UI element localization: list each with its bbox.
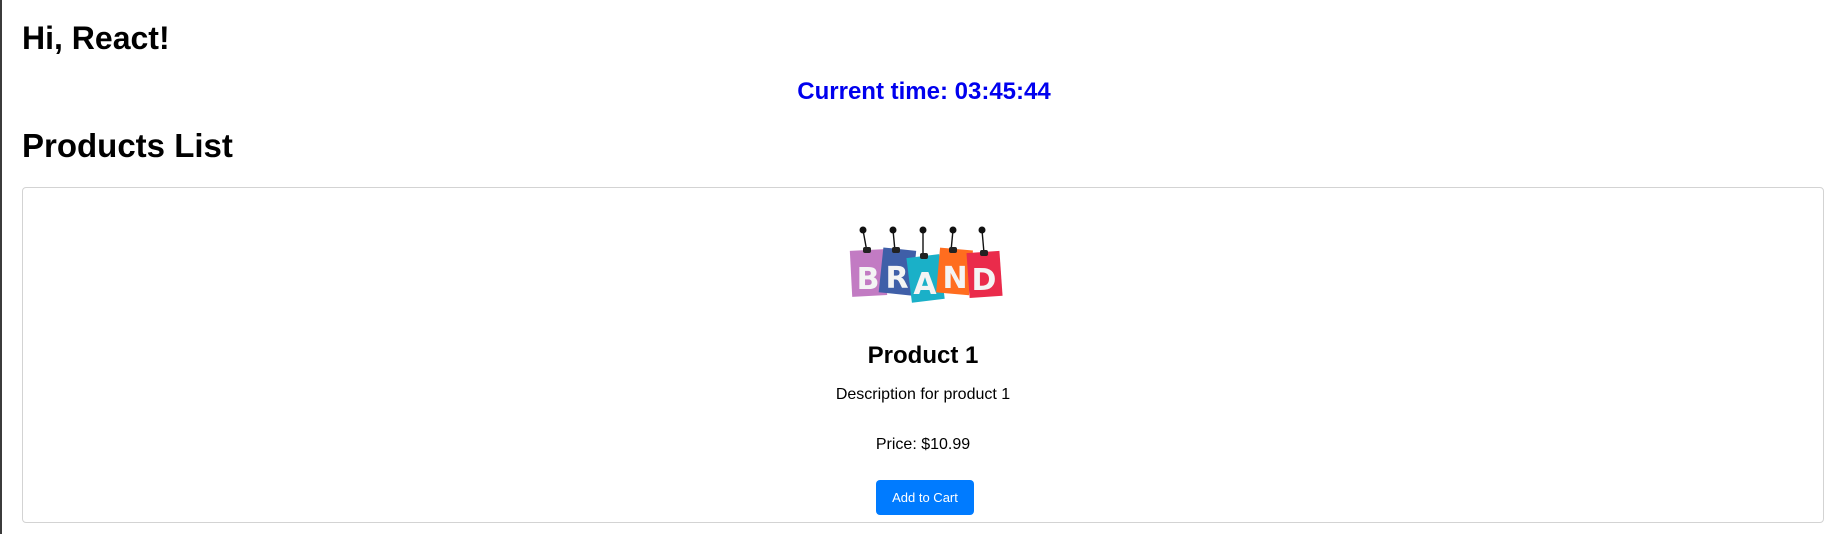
products-list-heading: Products List (22, 127, 233, 164)
greeting-heading: Hi, React! (22, 20, 170, 56)
svg-text:N: N (942, 261, 967, 296)
left-window-border (0, 0, 2, 534)
product-description: Description for product 1 (835, 386, 1011, 403)
svg-text:B: B (857, 262, 880, 297)
app-page: Hi, React! Current time: 03:45:44 Produc… (22, 0, 1826, 534)
brand-tags-image: B R A N D (849, 226, 1003, 303)
product-price: Price: $10.99 (875, 436, 971, 453)
product-name: Product 1 (867, 342, 979, 369)
current-time-display: Current time: 03:45:44 (797, 78, 1051, 105)
svg-text:R: R (885, 261, 908, 296)
add-to-cart-button[interactable]: Add to Cart (876, 480, 974, 515)
svg-text:A: A (913, 267, 937, 302)
brand-tags-artwork: B R A N D (849, 226, 1003, 303)
product-card: B R A N D Product 1 Description for prod… (22, 187, 1824, 523)
svg-text:D: D (972, 263, 997, 298)
